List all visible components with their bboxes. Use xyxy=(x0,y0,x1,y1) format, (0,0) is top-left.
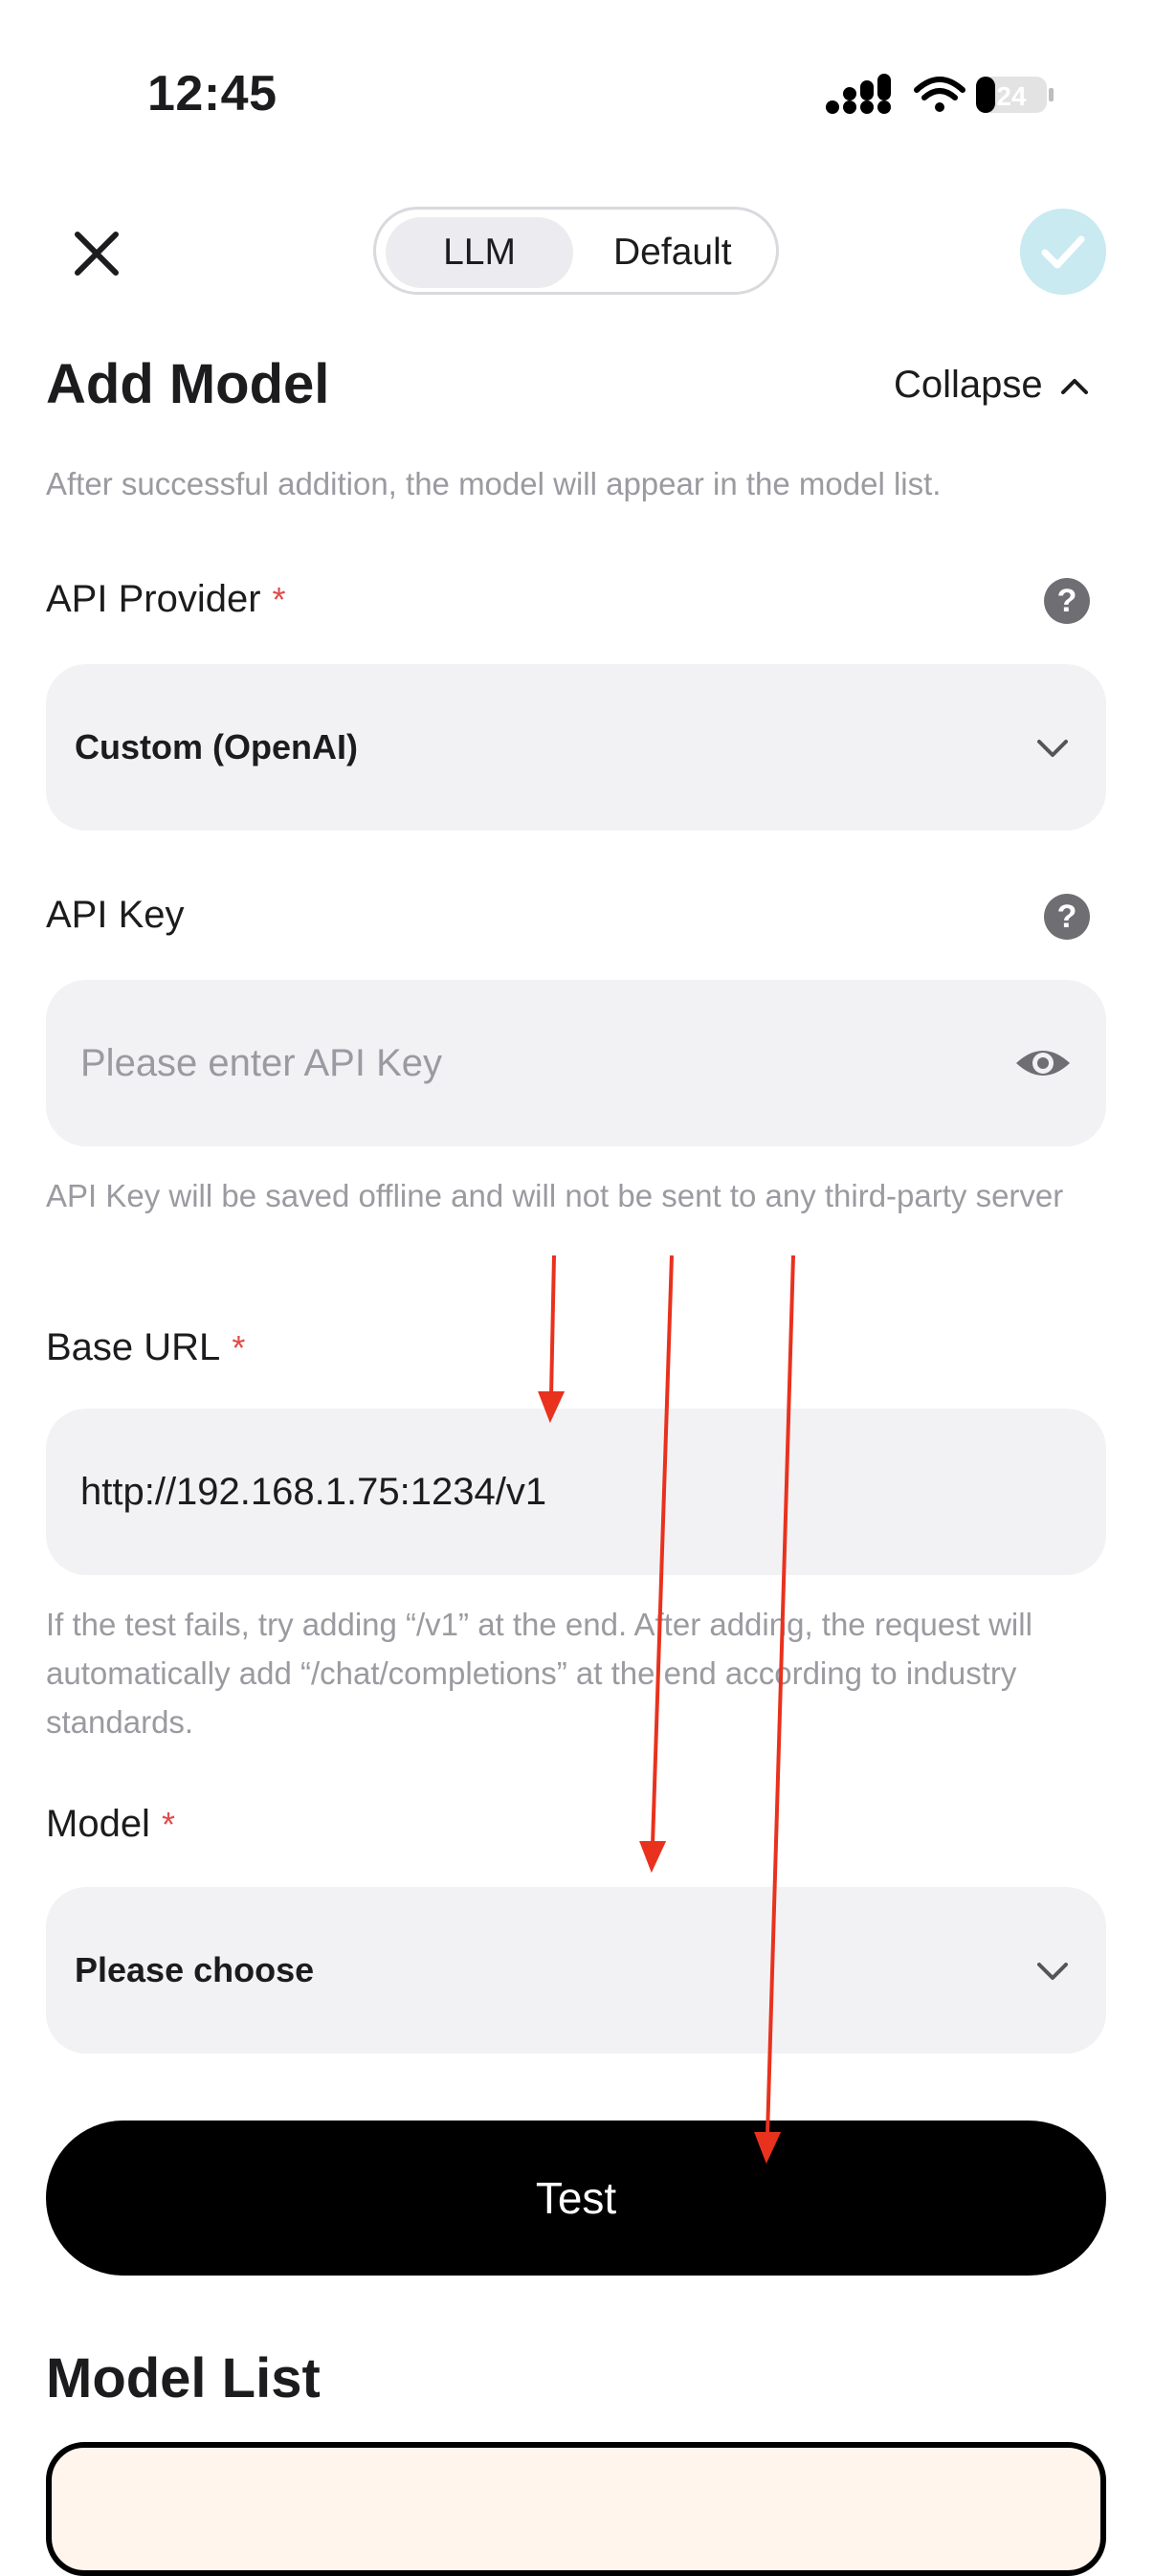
api-key-label-text: API Key xyxy=(46,894,185,936)
help-icon[interactable]: ? xyxy=(1044,578,1090,624)
api-provider-value: Custom (OpenAI) xyxy=(75,727,358,766)
api-provider-label-text: API Provider xyxy=(46,578,261,620)
status-icons: 24 xyxy=(826,74,1054,114)
test-button[interactable]: Test xyxy=(46,2121,1106,2276)
model-label: Model * xyxy=(46,1803,175,1846)
status-time: 12:45 xyxy=(147,66,277,122)
checkmark-icon xyxy=(1041,235,1085,269)
base-url-value: http://192.168.1.75:1234/v1 xyxy=(80,1470,547,1513)
add-model-title: Add Model xyxy=(46,353,330,415)
annotation-arrowhead xyxy=(639,1841,667,1874)
api-key-input[interactable]: Please enter API Key xyxy=(46,980,1106,1146)
battery-level: 24 xyxy=(996,81,1027,111)
api-key-label: API Key xyxy=(46,894,185,937)
base-url-input[interactable]: http://192.168.1.75:1234/v1 xyxy=(46,1409,1106,1575)
close-icon[interactable] xyxy=(65,222,128,285)
api-provider-label: API Provider * xyxy=(46,578,286,621)
chevron-down-icon xyxy=(1037,1963,1068,1980)
wifi-icon xyxy=(914,77,965,100)
help-icon[interactable]: ? xyxy=(1044,894,1090,940)
model-list-card[interactable] xyxy=(46,2442,1106,2576)
collapse-label: Collapse xyxy=(894,364,1043,406)
required-indicator: * xyxy=(272,579,286,619)
base-url-note: If the test fails, try adding “/v1” at t… xyxy=(46,1607,1032,1740)
model-type-segmented-control[interactable]: LLM Default xyxy=(373,207,779,295)
api-key-placeholder: Please enter API Key xyxy=(80,1041,443,1084)
chevron-up-icon xyxy=(1060,378,1088,394)
confirm-button[interactable] xyxy=(1020,209,1106,295)
eye-icon[interactable] xyxy=(1014,1044,1072,1082)
api-key-note: API Key will be saved offline and will n… xyxy=(46,1178,1064,1213)
annotation-arrow-line xyxy=(549,1255,556,1398)
model-label-text: Model xyxy=(46,1803,150,1845)
cellular-signal-icon xyxy=(826,74,891,114)
add-model-description: After successful addition, the model wil… xyxy=(46,466,942,501)
tab-default[interactable]: Default xyxy=(613,217,732,288)
base-url-label: Base URL * xyxy=(46,1326,245,1369)
collapse-button[interactable]: Collapse xyxy=(894,364,1089,407)
model-list-title: Model List xyxy=(46,2347,321,2409)
required-indicator: * xyxy=(161,1804,175,1844)
chevron-down-icon xyxy=(1037,740,1068,757)
model-select[interactable]: Please choose xyxy=(46,1887,1106,2054)
tab-llm[interactable]: LLM xyxy=(386,217,573,288)
model-value: Please choose xyxy=(75,1950,315,1989)
api-provider-select[interactable]: Custom (OpenAI) xyxy=(46,664,1106,831)
base-url-label-text: Base URL xyxy=(46,1326,221,1368)
required-indicator: * xyxy=(232,1327,246,1367)
